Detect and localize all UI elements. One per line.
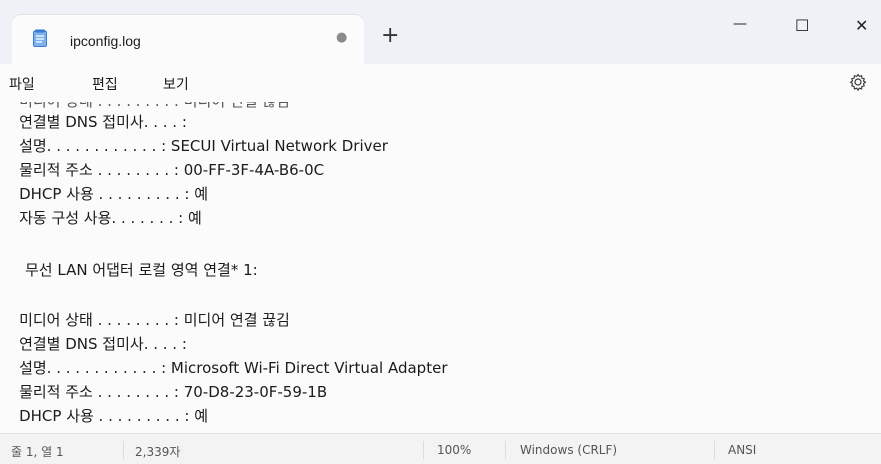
editor-line: DHCP 사용 . . . . . . . . . : 예 [0,185,209,203]
editor-line: DHCP 사용 . . . . . . . . . : 예 [0,407,209,425]
editor-line: 연결별 DNS 접미사. . . . : [0,113,187,131]
editor-line: 설명. . . . . . . . . . . . : SECUI Virtua… [0,137,388,155]
menu-file[interactable]: 파일 [9,74,35,94]
cursor-position[interactable]: 줄 1, 열 1 [11,443,64,460]
line-ending[interactable]: Windows (CRLF) [520,443,617,457]
new-tab-button[interactable]: + [381,25,399,47]
menu-edit[interactable]: 편집 [92,74,118,94]
editor-line: 설명. . . . . . . . . . . . : Microsoft Wi… [0,359,448,377]
encoding[interactable]: ANSI [728,443,756,457]
notepad-icon [33,29,47,47]
editor-line: 무선 LAN 어댑터 로컬 영역 연결* 1: [25,261,258,279]
close-button[interactable]: ✕ [855,16,868,35]
status-divider [714,441,715,459]
text-editor[interactable]: 미디어 상태 . . . . . . . . : 미디어 연결 끊김 연결별 D… [0,102,881,433]
character-count: 2,339자 [135,445,181,459]
tab-ipconfig[interactable]: ipconfig.log ● [12,15,364,64]
title-bar: ipconfig.log ● + — ☐ ✕ [0,0,881,64]
gear-icon[interactable] [849,73,867,91]
editor-line: 물리적 주소 . . . . . . . . : 70-D8-23-0F-59-… [0,383,328,401]
zoom-level[interactable]: 100% [437,443,471,457]
status-divider [123,441,124,459]
editor-line: 자동 구성 사용. . . . . . . : 예 [0,209,202,227]
menu-view[interactable]: 보기 [163,74,189,94]
menu-bar: 파일 편집 보기 [0,64,881,102]
tab-title: ipconfig.log [70,33,141,49]
status-divider [505,441,506,459]
minimize-button[interactable]: — [733,16,747,32]
editor-line: 연결별 DNS 접미사. . . . : [0,335,187,353]
clipped-line: 미디어 상태 . . . . . . . . : 미디어 연결 끊김 [0,102,290,111]
editor-line: 물리적 주소 . . . . . . . . : 00-FF-3F-4A-B6-… [0,161,325,179]
status-bar: 줄 1, 열 1 2,339자 100% Windows (CRLF) ANSI [0,433,881,464]
editor-line: 미디어 상태 . . . . . . . . : 미디어 연결 끊김 [0,311,290,329]
maximize-button[interactable]: ☐ [795,16,809,35]
status-divider [423,441,424,459]
unsaved-indicator[interactable]: ● [336,30,347,45]
